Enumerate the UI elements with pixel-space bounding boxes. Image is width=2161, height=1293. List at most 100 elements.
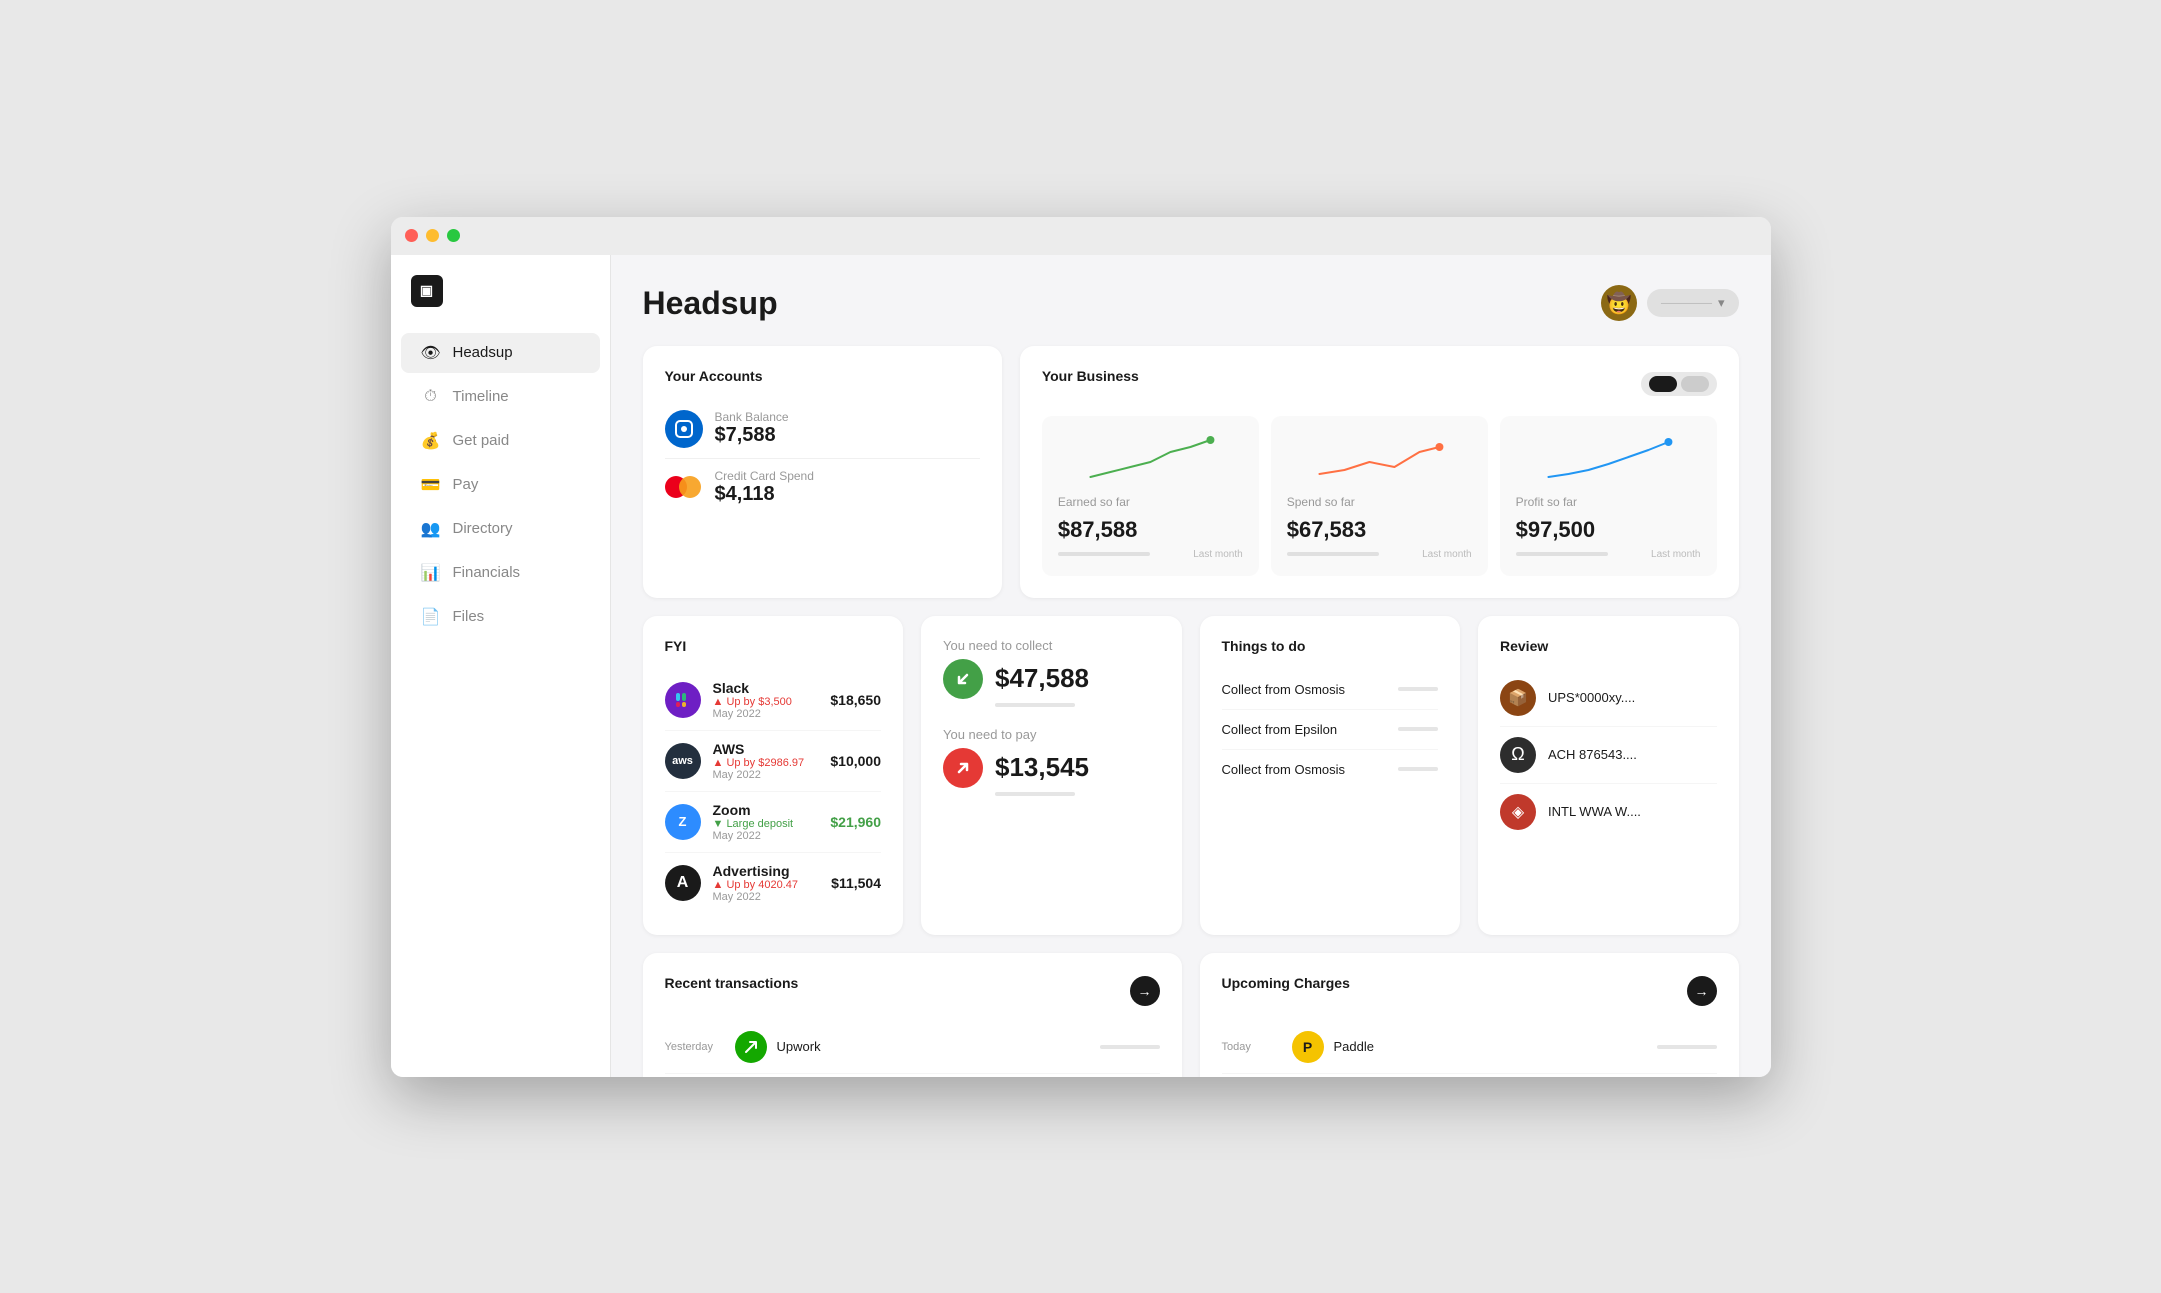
main-content: Headsup 🤠 ────── ▾ Your Accounts bbox=[611, 255, 1771, 1077]
sidebar-item-timeline[interactable]: ⏱ Timeline bbox=[401, 377, 600, 417]
fyi-item-slack: Slack ▲ Up by $3,500 May 2022 $18,650 bbox=[665, 670, 882, 731]
review-icon-1: Ω bbox=[1500, 737, 1536, 773]
todo-bar-2 bbox=[1398, 767, 1438, 771]
fyi-details-aws: AWS ▲ Up by $2986.97 May 2022 bbox=[713, 741, 805, 781]
earned-chart bbox=[1058, 432, 1243, 487]
row-3: Recent transactions → Yesterday Upwork bbox=[643, 953, 1739, 1077]
mastercard-icon bbox=[665, 474, 703, 500]
fyi-amount-slack: $18,650 bbox=[830, 692, 881, 708]
minimize-button[interactable] bbox=[426, 229, 439, 242]
fyi-change-zoom: ▼ Large deposit bbox=[713, 818, 794, 830]
recent-transactions-card: Recent transactions → Yesterday Upwork bbox=[643, 953, 1182, 1077]
profit-chart bbox=[1516, 432, 1701, 487]
earned-last-month: Last month bbox=[1193, 549, 1242, 560]
transaction-row-0: Yesterday Upwork bbox=[665, 1021, 1160, 1074]
fyi-item-zoom: Z Zoom ▼ Large deposit May 2022 $21,960 bbox=[665, 792, 882, 853]
getpaid-icon: 💰 bbox=[421, 431, 441, 451]
review-text-1: ACH 876543.... bbox=[1548, 747, 1637, 762]
user-name-pill[interactable]: ────── ▾ bbox=[1647, 289, 1739, 317]
todo-title: Things to do bbox=[1222, 638, 1439, 654]
fyi-title: FYI bbox=[665, 638, 882, 654]
bank-account-left: Bank Balance $7,588 bbox=[665, 410, 789, 448]
review-icon-0: 📦 bbox=[1500, 680, 1536, 716]
spend-bar bbox=[1287, 552, 1379, 556]
files-icon: 📄 bbox=[421, 607, 441, 627]
review-icon-2: ◈ bbox=[1500, 794, 1536, 830]
sidebar-item-label: Pay bbox=[453, 476, 479, 493]
todo-bar-0 bbox=[1398, 687, 1438, 691]
profit-amount: $97,500 bbox=[1516, 517, 1701, 543]
pay-row: You need to pay $13,545 bbox=[943, 727, 1160, 796]
transaction-left-0: Yesterday Upwork bbox=[665, 1031, 821, 1063]
transaction-date-0: Yesterday bbox=[665, 1041, 725, 1053]
bank-account-info: Bank Balance $7,588 bbox=[715, 410, 789, 447]
bank-label: Bank Balance bbox=[715, 410, 789, 424]
transaction-name-0: Upwork bbox=[777, 1039, 821, 1054]
maximize-button[interactable] bbox=[447, 229, 460, 242]
upcoming-date-0: Today bbox=[1222, 1041, 1282, 1053]
app-window: ▣ 👁 Headsup ⏱ Timeline 💰 Get paid 💳 Pay … bbox=[391, 217, 1771, 1077]
upcoming-row-1: Jan 3 Slack bbox=[1222, 1074, 1717, 1077]
close-button[interactable] bbox=[405, 229, 418, 242]
credit-account-row: Credit Card Spend $4,118 bbox=[665, 459, 980, 516]
fyi-left-slack: Slack ▲ Up by $3,500 May 2022 bbox=[665, 680, 792, 720]
header-user-area: 🤠 ────── ▾ bbox=[1601, 285, 1739, 321]
chevron-down-icon: ▾ bbox=[1718, 295, 1725, 311]
todo-text-1: Collect from Epsilon bbox=[1222, 722, 1338, 737]
fyi-change-slack: ▲ Up by $3,500 bbox=[713, 696, 792, 708]
collect-amount-row: $47,588 bbox=[943, 659, 1160, 699]
recent-title: Recent transactions bbox=[665, 975, 799, 991]
bank-icon bbox=[665, 410, 703, 448]
upcoming-left-0: Today P Paddle bbox=[1222, 1031, 1374, 1063]
zoom-icon: Z bbox=[665, 804, 701, 840]
sidebar-item-directory[interactable]: 👥 Directory bbox=[401, 509, 600, 549]
advertising-icon: A bbox=[665, 865, 701, 901]
earned-footer: Last month bbox=[1058, 549, 1243, 560]
review-card: Review 📦 UPS*0000xy.... Ω ACH 876543....… bbox=[1478, 616, 1739, 935]
recent-arrow-button[interactable]: → bbox=[1130, 976, 1160, 1006]
sidebar-item-label: Financials bbox=[453, 564, 521, 581]
review-item-2: ◈ INTL WWA W.... bbox=[1500, 784, 1717, 840]
sidebar-item-getpaid[interactable]: 💰 Get paid bbox=[401, 421, 600, 461]
profit-last-month: Last month bbox=[1651, 549, 1700, 560]
earned-bar bbox=[1058, 552, 1150, 556]
timeline-icon: ⏱ bbox=[421, 387, 441, 407]
transaction-icon-0 bbox=[735, 1031, 767, 1063]
sidebar: ▣ 👁 Headsup ⏱ Timeline 💰 Get paid 💳 Pay … bbox=[391, 255, 611, 1077]
collect-bar bbox=[995, 703, 1075, 707]
bank-amount: $7,588 bbox=[715, 424, 789, 447]
upcoming-arrow-button[interactable]: → bbox=[1687, 976, 1717, 1006]
todo-bar-1 bbox=[1398, 727, 1438, 731]
fyi-change-aws: ▲ Up by $2986.97 bbox=[713, 757, 805, 769]
sidebar-item-financials[interactable]: 📊 Financials bbox=[401, 553, 600, 593]
profit-bar bbox=[1516, 552, 1608, 556]
earned-label: Earned so far bbox=[1058, 495, 1243, 509]
recent-header: Recent transactions → bbox=[665, 975, 1160, 1007]
upcoming-header: Upcoming Charges → bbox=[1222, 975, 1717, 1007]
fyi-date-zoom: May 2022 bbox=[713, 830, 794, 842]
todo-item-0: Collect from Osmosis bbox=[1222, 670, 1439, 710]
toggle-switch[interactable] bbox=[1641, 372, 1717, 396]
review-text-0: UPS*0000xy.... bbox=[1548, 690, 1635, 705]
row-2: FYI S bbox=[643, 616, 1739, 935]
business-metrics: Earned so far $87,588 Last month bbox=[1042, 416, 1717, 576]
user-name-text: ────── bbox=[1661, 296, 1712, 310]
credit-account-info: Credit Card Spend $4,118 bbox=[715, 469, 814, 506]
financials-icon: 📊 bbox=[421, 563, 441, 583]
upcoming-row-0: Today P Paddle bbox=[1222, 1021, 1717, 1074]
sidebar-item-headsup[interactable]: 👁 Headsup bbox=[401, 333, 600, 373]
fyi-amount-zoom: $21,960 bbox=[830, 814, 881, 830]
logo-icon: ▣ bbox=[411, 275, 443, 307]
sidebar-item-pay[interactable]: 💳 Pay bbox=[401, 465, 600, 505]
pay-bar bbox=[995, 792, 1075, 796]
sidebar-item-files[interactable]: 📄 Files bbox=[401, 597, 600, 637]
fyi-item-advertising: A Advertising ▲ Up by 4020.47 May 2022 $… bbox=[665, 853, 882, 913]
fyi-left-zoom: Z Zoom ▼ Large deposit May 2022 bbox=[665, 802, 794, 842]
spend-footer: Last month bbox=[1287, 549, 1472, 560]
fyi-details-advertising: Advertising ▲ Up by 4020.47 May 2022 bbox=[713, 863, 799, 903]
aws-icon: aws bbox=[665, 743, 701, 779]
pay-amount-row: $13,545 bbox=[943, 748, 1160, 788]
review-item-1: Ω ACH 876543.... bbox=[1500, 727, 1717, 784]
accounts-title: Your Accounts bbox=[665, 368, 980, 384]
profit-label: Profit so far bbox=[1516, 495, 1701, 509]
